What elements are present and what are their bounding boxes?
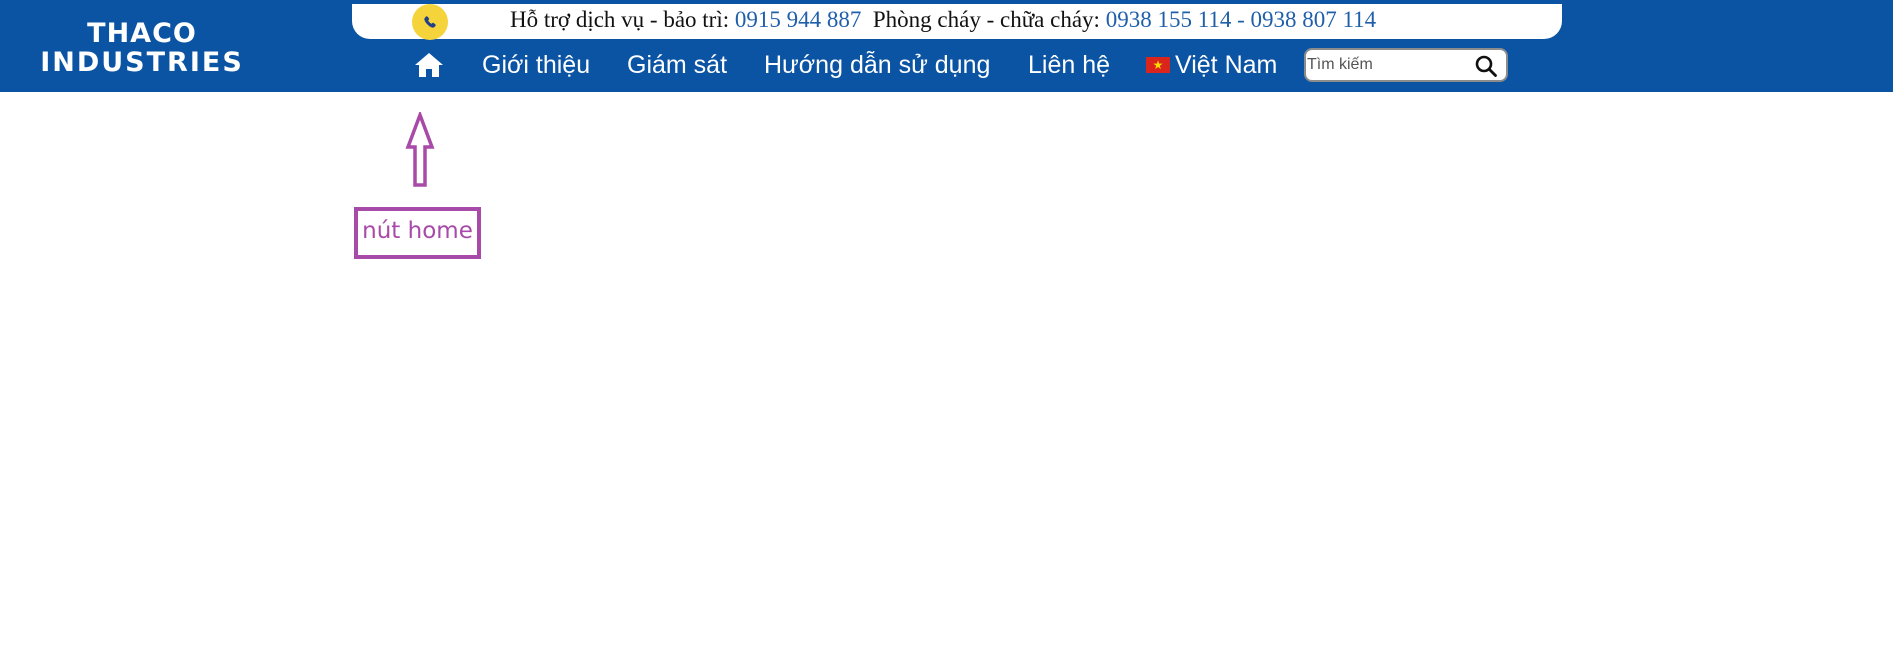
language-selector[interactable]: ★ Việt Nam	[1146, 50, 1277, 80]
support-hotline-bar: Hỗ trợ dịch vụ - bảo trì: 0915 944 887 P…	[352, 4, 1562, 40]
page: THACO INDUSTRIES Hỗ trợ dịch vụ - bảo tr…	[0, 0, 1893, 648]
maintenance-label: Hỗ trợ dịch vụ - bảo trì:	[510, 7, 730, 32]
annotation-arrow	[405, 112, 435, 187]
annotation-label: nút home	[354, 207, 481, 259]
language-label: Việt Nam	[1175, 51, 1278, 79]
search-box	[1304, 48, 1508, 82]
company-logo[interactable]: THACO INDUSTRIES	[24, 14, 260, 76]
nav-item-giam-sat[interactable]: Giám sát	[627, 50, 727, 80]
phone-icon	[412, 4, 448, 40]
fire-label: Phòng cháy - chữa cháy:	[872, 7, 1100, 32]
site-header: THACO INDUSTRIES Hỗ trợ dịch vụ - bảo tr…	[0, 0, 1893, 92]
search-icon[interactable]	[1474, 54, 1498, 78]
vietnam-flag-icon: ★	[1146, 57, 1170, 73]
home-button[interactable]	[412, 50, 446, 80]
search-input[interactable]	[1307, 53, 1467, 77]
nav-item-lien-he[interactable]: Liên hệ	[1028, 50, 1110, 80]
support-text: Hỗ trợ dịch vụ - bảo trì: 0915 944 887 P…	[510, 7, 1376, 33]
fire-phone-link[interactable]: 0938 155 114 - 0938 807 114	[1106, 7, 1376, 32]
logo-line-2: INDUSTRIES	[40, 47, 244, 78]
nav-item-huong-dan-su-dung[interactable]: Hướng dẫn sử dụng	[764, 50, 990, 80]
nav-item-gioi-thieu[interactable]: Giới thiệu	[482, 50, 590, 80]
home-icon	[415, 53, 443, 77]
logo-line-1: THACO	[87, 18, 197, 49]
maintenance-phone-link[interactable]: 0915 944 887	[735, 7, 862, 32]
